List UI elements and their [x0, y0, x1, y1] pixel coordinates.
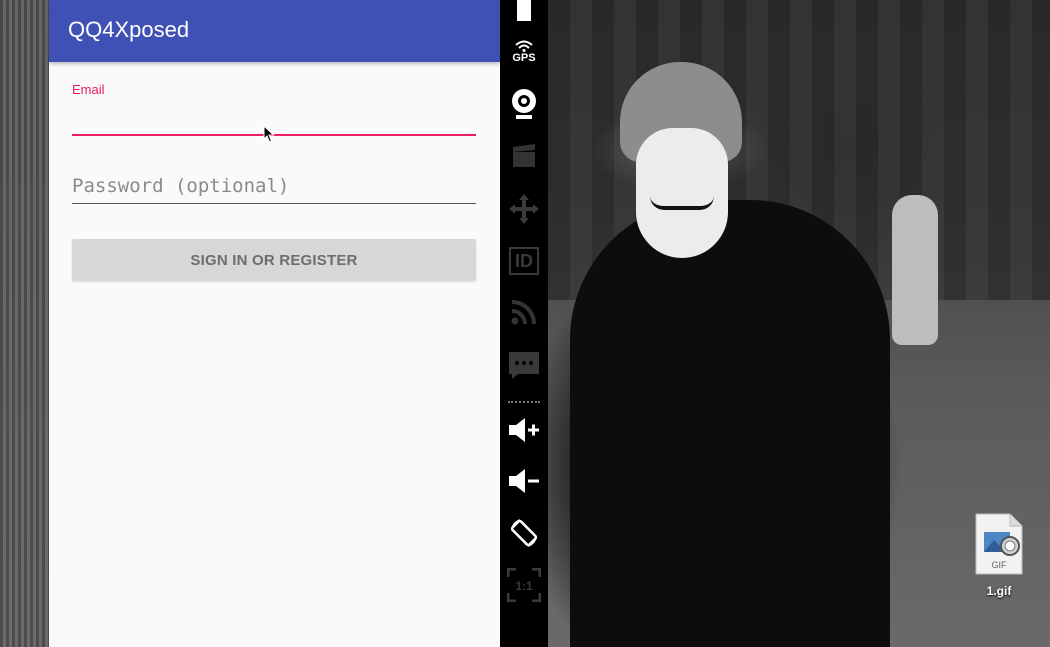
gif-badge: GIF	[992, 560, 1008, 570]
battery-icon	[517, 0, 531, 21]
network-button[interactable]	[500, 290, 548, 334]
volume-up-button[interactable]	[500, 408, 548, 452]
app-bar: QQ4Xposed	[49, 0, 500, 62]
screencast-icon	[513, 144, 535, 167]
wallpaper-mask-mouth	[650, 196, 714, 210]
email-label: Email	[72, 82, 105, 97]
volume-down-icon	[509, 469, 539, 493]
sms-button[interactable]	[500, 343, 548, 387]
sign-in-or-register-button[interactable]: SIGN IN OR REGISTER	[72, 239, 476, 281]
device-id-button[interactable]: ID	[500, 239, 548, 283]
volume-up-icon	[509, 418, 539, 442]
screencast-button[interactable]	[500, 134, 548, 178]
wallpaper-raised-hand	[892, 195, 938, 345]
webcam-button[interactable]	[500, 82, 548, 126]
gps-icon	[515, 40, 533, 52]
gif-file-icon[interactable]: GIF	[972, 512, 1026, 576]
password-field[interactable]	[72, 168, 476, 204]
battery-button[interactable]	[500, 0, 548, 30]
rotate-icon	[510, 519, 538, 547]
gps-button[interactable]: GPS	[500, 30, 548, 74]
gps-label: GPS	[512, 52, 536, 64]
rss-network-icon	[511, 300, 536, 325]
device-id-icon: ID	[509, 247, 539, 275]
wallpaper-person	[570, 200, 890, 647]
mouse-cursor-icon	[263, 125, 275, 143]
pixel-perfect-label: 1:1	[515, 579, 533, 593]
rotate-button[interactable]	[500, 511, 548, 555]
webcam-icon	[512, 89, 536, 119]
file-name-label: 1.gif	[986, 584, 1012, 598]
emulator-toolbar: GPS ID 1:1	[500, 0, 548, 647]
wallpaper-mask	[636, 128, 728, 258]
pixel-perfect-button[interactable]: 1:1	[500, 563, 548, 607]
toolbar-separator	[508, 401, 540, 403]
wallpaper-left-strip	[0, 0, 50, 647]
device-id-label: ID	[515, 250, 533, 271]
app-title: QQ4Xposed	[68, 17, 190, 42]
sms-icon	[509, 352, 539, 379]
dpad-button[interactable]	[500, 187, 548, 231]
volume-down-button[interactable]	[500, 459, 548, 503]
app-window: QQ4Xposed Email SIGN IN OR REGISTER	[49, 0, 500, 647]
dpad-move-icon	[509, 194, 539, 224]
pixel-perfect-icon: 1:1	[507, 568, 541, 602]
